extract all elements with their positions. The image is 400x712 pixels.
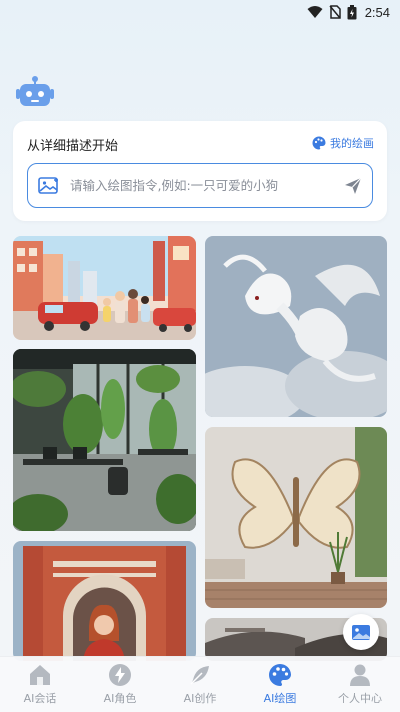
image-upload-icon[interactable] <box>38 176 60 195</box>
status-bar: 2:54 <box>0 0 400 24</box>
gallery-image-dragon[interactable] <box>205 236 387 417</box>
tab-ai-draw[interactable]: AI绘图 <box>240 663 320 706</box>
feather-icon <box>190 666 209 685</box>
floating-image-button[interactable] <box>343 614 379 650</box>
tab-label: AI会话 <box>23 692 57 705</box>
wifi-icon <box>307 6 323 18</box>
tab-label: AI创作 <box>183 692 217 705</box>
status-time: 2:54 <box>364 4 390 20</box>
tab-label: 个人中心 <box>338 692 382 705</box>
tab-ai-create[interactable]: AI创作 <box>160 663 240 706</box>
card-title: 从详细描述开始 <box>27 139 119 154</box>
tab-label: AI绘图 <box>263 692 297 705</box>
palette-icon <box>312 136 326 150</box>
tab-ai-role[interactable]: AI角色 <box>80 663 160 706</box>
send-icon[interactable] <box>344 177 362 195</box>
bolt-icon <box>109 664 131 686</box>
robot-icon <box>16 76 54 108</box>
person-icon <box>350 664 370 686</box>
gallery-image-butterfly[interactable] <box>205 427 387 608</box>
prompt-card: 从详细描述开始 我的绘画 <box>13 121 387 221</box>
home-icon <box>30 665 50 685</box>
my-paintings-link[interactable]: 我的绘画 <box>312 135 374 151</box>
gallery-icon <box>352 624 370 640</box>
tab-profile[interactable]: 个人中心 <box>320 663 400 706</box>
gallery-image-city-street[interactable] <box>13 236 196 340</box>
no-sim-icon <box>329 5 341 19</box>
prompt-input-box[interactable] <box>27 163 373 208</box>
my-paintings-label: 我的绘画 <box>330 137 374 150</box>
tab-ai-chat[interactable]: AI会话 <box>0 663 80 706</box>
gallery-image-office[interactable] <box>13 349 196 531</box>
prompt-input[interactable] <box>70 178 344 193</box>
palette-icon <box>269 664 291 686</box>
tab-label: AI角色 <box>103 692 137 705</box>
gallery-image-brick-gate[interactable] <box>13 541 196 661</box>
bottom-tab-bar: AI会话 AI角色 AI创作 AI绘图 个人中心 <box>0 656 400 712</box>
battery-icon <box>347 4 357 19</box>
